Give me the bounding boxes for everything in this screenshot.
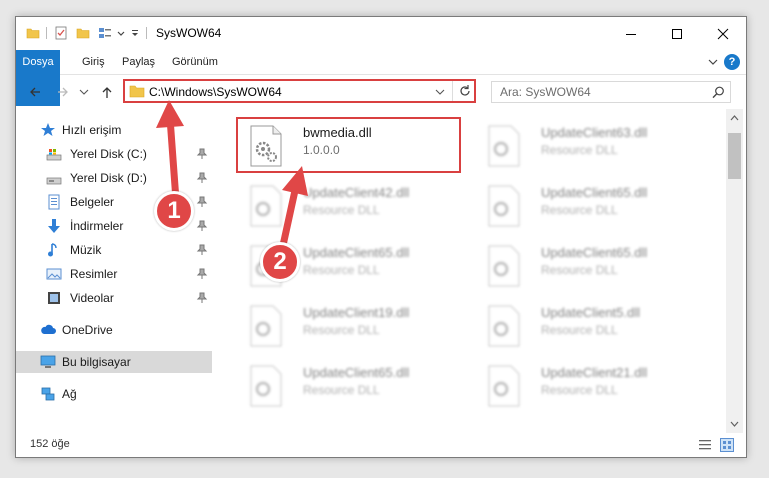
arrow-2 <box>278 166 308 254</box>
arrow-1 <box>156 100 184 204</box>
callout-1: 1 <box>154 191 194 231</box>
callout-2: 2 <box>260 242 300 282</box>
annotation-arrows <box>156 100 308 254</box>
